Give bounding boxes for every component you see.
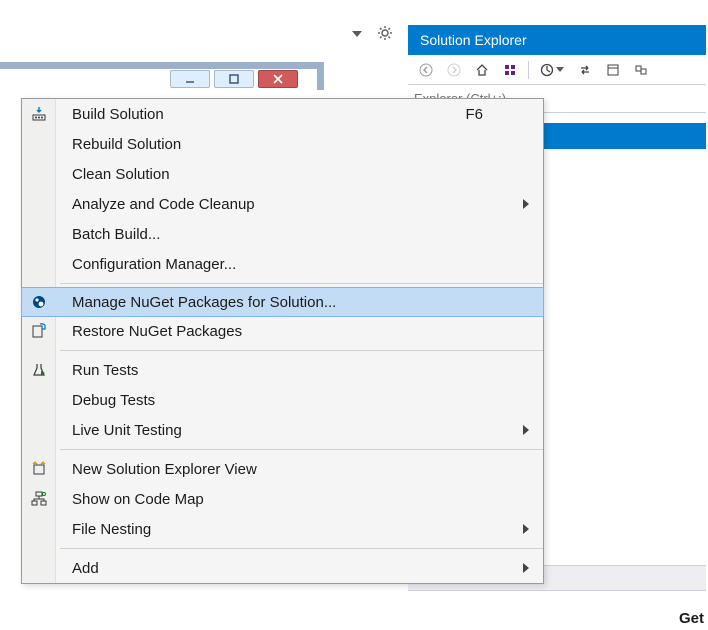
context-menu: Build Solution F6 Rebuild Solution Clean… bbox=[21, 98, 544, 584]
gear-icon[interactable] bbox=[373, 22, 397, 44]
menu-configuration-manager[interactable]: Configuration Manager... bbox=[22, 249, 543, 279]
menu-rebuild-solution[interactable]: Rebuild Solution bbox=[22, 129, 543, 159]
menu-new-solution-view[interactable]: New Solution Explorer View bbox=[22, 454, 543, 484]
menu-debug-tests[interactable]: Debug Tests bbox=[22, 385, 543, 415]
menu-label: Show on Code Map bbox=[72, 491, 204, 508]
pending-changes-filter[interactable] bbox=[535, 63, 569, 77]
chevron-down-icon bbox=[352, 31, 362, 37]
new-view-icon bbox=[28, 458, 50, 480]
toolbar-separator bbox=[528, 61, 529, 79]
chevron-down-icon bbox=[556, 67, 564, 72]
menu-live-unit-testing[interactable]: Live Unit Testing bbox=[22, 415, 543, 445]
nuget-icon bbox=[28, 291, 50, 313]
sync-button[interactable] bbox=[573, 59, 597, 81]
menu-label: Restore NuGet Packages bbox=[72, 323, 242, 340]
menu-label: Add bbox=[72, 560, 99, 577]
maximize-button[interactable] bbox=[214, 70, 254, 88]
menu-label: Rebuild Solution bbox=[72, 136, 181, 153]
menu-separator bbox=[60, 350, 543, 351]
menu-analyze[interactable]: Analyze and Code Cleanup bbox=[22, 189, 543, 219]
menu-build-solution[interactable]: Build Solution F6 bbox=[22, 99, 543, 129]
submenu-arrow-icon bbox=[523, 425, 529, 435]
back-button[interactable] bbox=[414, 59, 438, 81]
collapse-all-button[interactable] bbox=[629, 59, 653, 81]
menu-shortcut: F6 bbox=[465, 106, 483, 123]
menu-label: Manage NuGet Packages for Solution... bbox=[72, 294, 336, 311]
customize-dropdown[interactable] bbox=[345, 22, 369, 44]
menu-label: Batch Build... bbox=[72, 226, 160, 243]
menu-separator bbox=[60, 283, 543, 284]
properties-row-label: Get bbox=[679, 610, 704, 627]
submenu-arrow-icon bbox=[523, 199, 529, 209]
menu-label: Analyze and Code Cleanup bbox=[72, 196, 255, 213]
panel-title: Solution Explorer bbox=[408, 25, 706, 55]
menu-show-on-code-map[interactable]: Show on Code Map bbox=[22, 484, 543, 514]
flask-run-icon bbox=[28, 359, 50, 381]
menu-add[interactable]: Add bbox=[22, 553, 543, 583]
build-icon bbox=[28, 103, 50, 125]
submenu-arrow-icon bbox=[523, 524, 529, 534]
menu-label: Build Solution bbox=[72, 106, 164, 123]
restore-icon bbox=[28, 320, 50, 342]
menu-label: Run Tests bbox=[72, 362, 138, 379]
panel-toolbar bbox=[408, 55, 706, 85]
menu-separator bbox=[60, 548, 543, 549]
menu-label: New Solution Explorer View bbox=[72, 461, 257, 478]
forward-button[interactable] bbox=[442, 59, 466, 81]
close-button[interactable] bbox=[258, 70, 298, 88]
menu-restore-nuget[interactable]: Restore NuGet Packages bbox=[22, 316, 543, 346]
panel-title-text: Solution Explorer bbox=[420, 32, 527, 48]
window-chrome-buttons bbox=[170, 70, 298, 88]
menu-label: File Nesting bbox=[72, 521, 151, 538]
menu-batch-build[interactable]: Batch Build... bbox=[22, 219, 543, 249]
menu-manage-nuget[interactable]: Manage NuGet Packages for Solution... bbox=[21, 287, 544, 317]
menu-label: Configuration Manager... bbox=[72, 256, 236, 273]
menu-label: Clean Solution bbox=[72, 166, 170, 183]
show-all-files-button[interactable] bbox=[601, 59, 625, 81]
home-button[interactable] bbox=[470, 59, 494, 81]
submenu-arrow-icon bbox=[523, 563, 529, 573]
menu-file-nesting[interactable]: File Nesting bbox=[22, 514, 543, 544]
minimize-button[interactable] bbox=[170, 70, 210, 88]
menu-run-tests[interactable]: Run Tests bbox=[22, 355, 543, 385]
menu-label: Live Unit Testing bbox=[72, 422, 182, 439]
menu-clean-solution[interactable]: Clean Solution bbox=[22, 159, 543, 189]
menu-separator bbox=[60, 449, 543, 450]
codemap-icon bbox=[28, 488, 50, 510]
switch-views-button[interactable] bbox=[498, 59, 522, 81]
menu-label: Debug Tests bbox=[72, 392, 155, 409]
